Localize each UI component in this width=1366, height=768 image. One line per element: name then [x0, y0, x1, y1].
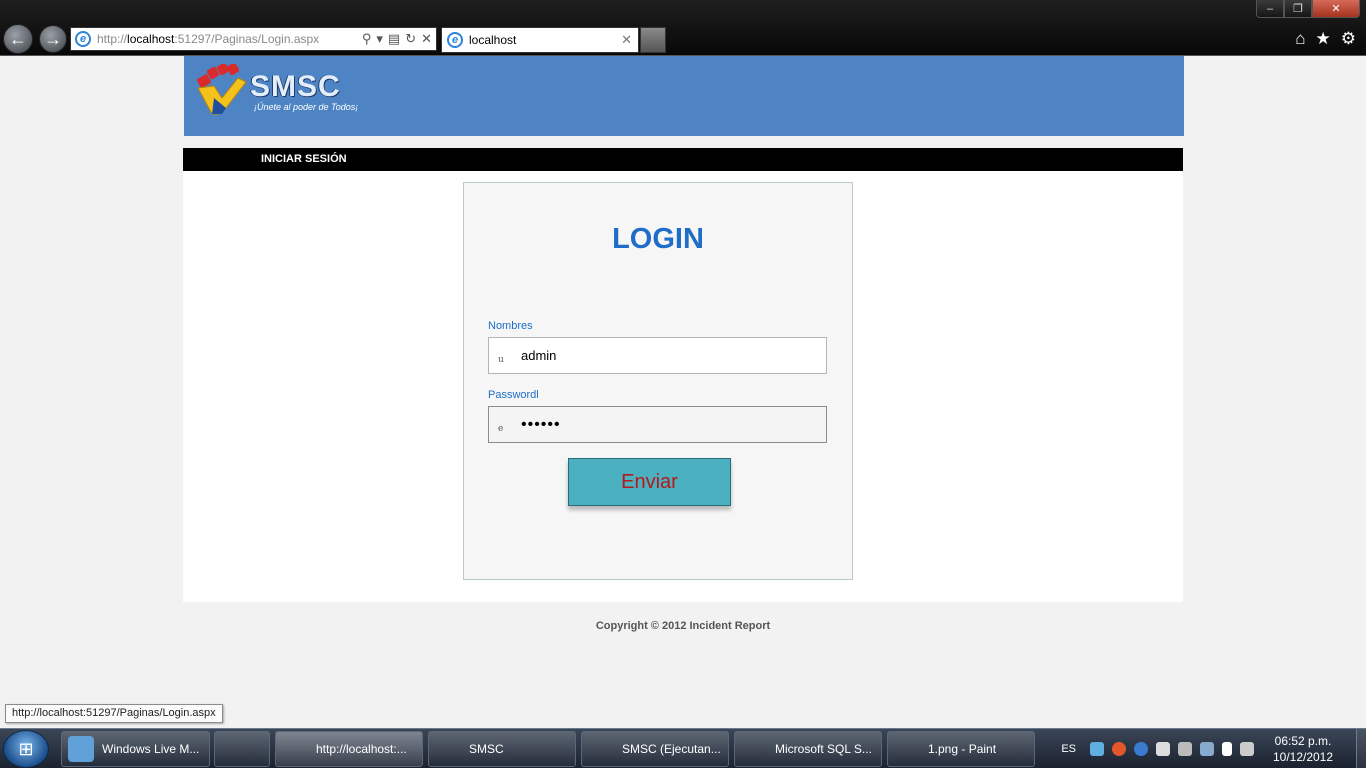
windows-logo-icon: ⊞	[18, 738, 34, 759]
user-label: Nombres	[488, 320, 533, 332]
compat-view-icon[interactable]: ▤	[388, 31, 400, 47]
lock-icon: e	[498, 424, 504, 434]
forward-button[interactable]: →	[39, 25, 67, 53]
home-icon[interactable]: ⌂	[1295, 29, 1305, 49]
window-controls: – ❐ ✕	[1256, 0, 1360, 18]
footer-copyright: Copyright © 2012 Incident Report	[595, 620, 771, 632]
taskbar-label: SMSC	[469, 742, 504, 756]
browser-chrome: – ❐ ✕ ← → e http://localhost:51297/Pagin…	[0, 0, 1366, 56]
user-icon: u	[498, 355, 504, 365]
taskbar-label: Windows Live M...	[102, 742, 200, 756]
start-button[interactable]: ⊞	[3, 730, 49, 768]
nav-item-iniciar-sesion[interactable]: INICIAR SESIÓN	[261, 153, 347, 165]
tab-localhost[interactable]: e localhost ✕	[441, 27, 639, 53]
alert-icon[interactable]	[1112, 742, 1126, 756]
visual-studio-icon	[588, 736, 614, 762]
password-field[interactable]: e	[488, 406, 827, 443]
logo-text: SMSC	[250, 70, 341, 103]
paint-palette-icon	[894, 736, 920, 762]
arrow-left-icon: ←	[9, 28, 27, 49]
taskbar-item-sql-server[interactable]: Microsoft SQL S...	[734, 731, 882, 767]
refresh-icon[interactable]: ↻	[405, 31, 416, 47]
login-title: LOGIN	[612, 223, 704, 255]
tray-icons	[1090, 742, 1254, 756]
signal-icon[interactable]	[1222, 742, 1232, 756]
tab-title: localhost	[469, 33, 517, 47]
taskbar-item-paint[interactable]: 1.png - Paint	[887, 731, 1035, 767]
taskbar-label: http://localhost:...	[316, 742, 407, 756]
password-input[interactable]	[521, 415, 811, 434]
gear-icon[interactable]: ⚙	[1341, 29, 1356, 49]
taskbar-item-windows-live[interactable]: Windows Live M...	[61, 731, 210, 767]
chrome-icon	[229, 736, 255, 762]
web-page: SMSC ¡Únete al poder de Todos¡ INICIAR S…	[0, 56, 1366, 728]
ie-tray-icon[interactable]	[1134, 742, 1148, 756]
password-label: Passwordl	[488, 389, 539, 401]
network-share-icon[interactable]	[1200, 742, 1214, 756]
taskbar-item-smsc-folder[interactable]: SMSC	[428, 731, 576, 767]
system-clock[interactable]: 06:52 p.m. 10/12/2012	[1268, 733, 1338, 765]
taskbar-item-visual-studio[interactable]: SMSC (Ejecutan...	[581, 731, 729, 767]
logo-slogan: ¡Únete al poder de Todos¡	[254, 102, 359, 112]
flag-icon[interactable]	[1156, 742, 1170, 756]
system-tray: ES 06:52 p.m. 10/12/2012	[1061, 729, 1366, 768]
arrow-right-icon: →	[44, 28, 62, 49]
address-bar[interactable]: e http://localhost:51297/Paginas/Login.a…	[70, 27, 437, 51]
taskbar-label: SMSC (Ejecutan...	[622, 742, 721, 756]
dropbox-icon[interactable]	[1090, 742, 1104, 756]
url-host: localhost	[127, 32, 175, 46]
messenger-icon	[68, 736, 94, 762]
main-content: LOGIN Nombres u Passwordl e Enviar	[183, 171, 1183, 602]
login-panel: LOGIN Nombres u Passwordl e Enviar	[463, 182, 853, 580]
ie-icon	[282, 736, 308, 762]
stop-icon[interactable]: ✕	[421, 31, 432, 47]
site-logo[interactable]: SMSC ¡Únete al poder de Todos¡	[194, 62, 384, 116]
minimize-button[interactable]: –	[1256, 0, 1284, 18]
device-icon[interactable]	[1178, 742, 1192, 756]
url-path: :51297/Paginas/Login.aspx	[174, 32, 320, 46]
maximize-button[interactable]: ❐	[1284, 0, 1312, 18]
taskbar-label: 1.png - Paint	[928, 742, 997, 756]
back-button[interactable]: ←	[3, 24, 33, 54]
ie-icon: e	[75, 31, 91, 47]
favorites-star-icon[interactable]: ★	[1316, 29, 1331, 49]
site-navbar: INICIAR SESIÓN	[183, 148, 1183, 171]
taskbar-label: Microsoft SQL S...	[775, 742, 872, 756]
submit-button[interactable]: Enviar	[568, 458, 731, 506]
taskbar-item-internet-explorer[interactable]: http://localhost:...	[275, 731, 423, 767]
site-header-banner: SMSC ¡Únete al poder de Todos¡	[184, 56, 1184, 136]
status-url-tooltip: http://localhost:51297/Paginas/Login.asp…	[5, 704, 223, 723]
user-field[interactable]: u	[488, 337, 827, 374]
close-window-button[interactable]: ✕	[1312, 0, 1360, 18]
close-tab-icon[interactable]: ✕	[621, 32, 632, 48]
sql-server-icon	[741, 736, 767, 762]
clock-time: 06:52 p.m.	[1274, 734, 1332, 748]
folder-icon	[435, 736, 461, 762]
fist-logo-icon	[197, 62, 247, 115]
language-indicator[interactable]: ES	[1061, 743, 1076, 755]
new-tab-button[interactable]	[640, 27, 666, 53]
windows-taskbar: ⊞ Windows Live M... http://localhost:...…	[0, 728, 1366, 768]
taskbar-item-chrome[interactable]	[214, 731, 270, 767]
ie-icon: e	[447, 32, 463, 48]
clock-date: 10/12/2012	[1272, 750, 1334, 764]
search-icon[interactable]: ⚲	[362, 31, 372, 47]
address-tools: ⚲ ▾ ▤ ↻ ✕	[362, 31, 432, 47]
user-input[interactable]	[521, 348, 811, 363]
browser-toolbar-right: ⌂ ★ ⚙	[1295, 29, 1356, 49]
url-scheme: http://	[97, 32, 128, 46]
show-desktop-button[interactable]	[1356, 729, 1366, 768]
volume-icon[interactable]	[1240, 742, 1254, 756]
dropdown-icon[interactable]: ▾	[376, 31, 383, 47]
